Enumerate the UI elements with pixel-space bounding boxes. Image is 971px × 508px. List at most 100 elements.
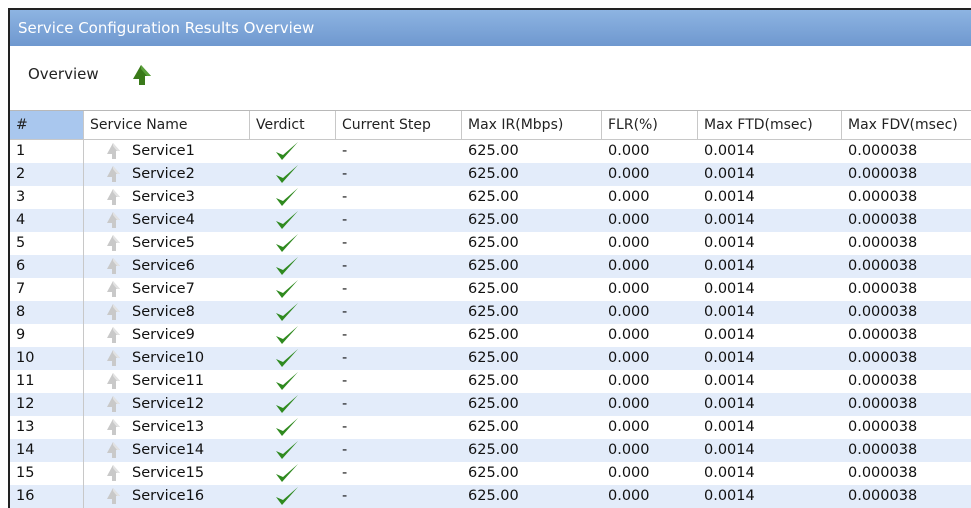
- service-name-cell: Service10: [84, 347, 250, 370]
- max-fdv-value: 0.000038: [848, 258, 918, 274]
- service-name: Service16: [132, 488, 205, 504]
- table-row[interactable]: 8 Service8 - 625.00 0.000 0.0014 0.000038: [10, 301, 971, 324]
- toolbar: Overview: [10, 46, 971, 111]
- row-number: 15: [10, 462, 84, 485]
- current-step: -: [342, 258, 348, 274]
- max-ir-value: 625.00: [468, 258, 519, 274]
- table-row[interactable]: 4 Service4 - 625.00 0.000 0.0014 0.000038: [10, 209, 971, 232]
- service-name: Service6: [132, 258, 195, 274]
- pass-check-icon: [274, 393, 300, 415]
- row-number: 12: [10, 393, 84, 416]
- table-row[interactable]: 14 Service14 - 625.00 0.000 0.0014 0.000038: [10, 439, 971, 462]
- row-number: 16: [10, 485, 84, 508]
- service-name-cell: Service14: [84, 439, 250, 462]
- verdict-cell: [250, 255, 336, 278]
- flr-value: 0.000: [608, 396, 650, 412]
- table-row[interactable]: 3 Service3 - 625.00 0.000 0.0014 0.000038: [10, 186, 971, 209]
- col-header-max-ir[interactable]: Max IR(Mbps): [462, 111, 602, 139]
- service-name-cell: Service16: [84, 485, 250, 508]
- max-ir-value: 625.00: [468, 304, 519, 320]
- table-row[interactable]: 6 Service6 - 625.00 0.000 0.0014 0.000038: [10, 255, 971, 278]
- service-up-arrow-icon: [104, 257, 122, 275]
- max-fdv-value: 0.000038: [848, 281, 918, 297]
- max-ir-value: 625.00: [468, 143, 519, 159]
- max-ftd-value: 0.0014: [704, 350, 755, 366]
- table-row[interactable]: 9 Service9 - 625.00 0.000 0.0014 0.000038: [10, 324, 971, 347]
- table-row[interactable]: 5 Service5 - 625.00 0.000 0.0014 0.000038: [10, 232, 971, 255]
- pass-check-icon: [274, 347, 300, 369]
- service-up-arrow-icon: [104, 464, 122, 482]
- table-row[interactable]: 2 Service2 - 625.00 0.000 0.0014 0.000038: [10, 163, 971, 186]
- table-row[interactable]: 12 Service12 - 625.00 0.000 0.0014 0.000038: [10, 393, 971, 416]
- up-arrow-icon[interactable]: [128, 62, 154, 88]
- table-row[interactable]: 10 Service10 - 625.00 0.000 0.0014 0.000038: [10, 347, 971, 370]
- max-ir-value: 625.00: [468, 235, 519, 251]
- service-up-arrow-icon: [104, 372, 122, 390]
- pass-check-icon: [274, 439, 300, 461]
- max-ir-value: 625.00: [468, 488, 519, 504]
- results-table: # Service Name Verdict Current Step Max …: [10, 111, 971, 508]
- col-header-current-step[interactable]: Current Step: [336, 111, 462, 139]
- current-step: -: [342, 419, 348, 435]
- table-row[interactable]: 15 Service15 - 625.00 0.000 0.0014 0.000038: [10, 462, 971, 485]
- row-number: 8: [10, 301, 84, 324]
- flr-value: 0.000: [608, 281, 650, 297]
- max-ftd-value: 0.0014: [704, 327, 755, 343]
- max-ir-value: 625.00: [468, 396, 519, 412]
- flr-value: 0.000: [608, 189, 650, 205]
- max-fdv-value: 0.000038: [848, 143, 918, 159]
- max-ir-value: 625.00: [468, 327, 519, 343]
- overview-label: Overview: [28, 65, 99, 83]
- pass-check-icon: [274, 232, 300, 254]
- row-number: 7: [10, 278, 84, 301]
- service-name-cell: Service5: [84, 232, 250, 255]
- service-up-arrow-icon: [104, 165, 122, 183]
- service-up-arrow-icon: [104, 188, 122, 206]
- flr-value: 0.000: [608, 143, 650, 159]
- service-up-arrow-icon: [104, 303, 122, 321]
- col-header-service-name[interactable]: Service Name: [84, 111, 250, 139]
- service-name-cell: Service13: [84, 416, 250, 439]
- pass-check-icon: [274, 462, 300, 484]
- service-name: Service12: [132, 396, 205, 412]
- pass-check-icon: [274, 186, 300, 208]
- table-row[interactable]: 16 Service16 - 625.00 0.000 0.0014 0.000038: [10, 485, 971, 508]
- row-number: 10: [10, 347, 84, 370]
- max-ftd-value: 0.0014: [704, 465, 755, 481]
- row-number: 14: [10, 439, 84, 462]
- max-ir-value: 625.00: [468, 189, 519, 205]
- service-name: Service3: [132, 189, 195, 205]
- service-name: Service5: [132, 235, 195, 251]
- pass-check-icon: [274, 278, 300, 300]
- max-fdv-value: 0.000038: [848, 189, 918, 205]
- max-ftd-value: 0.0014: [704, 143, 755, 159]
- table-row[interactable]: 1 Service1 - 625.00 0.000 0.0014 0.000038: [10, 140, 971, 163]
- flr-value: 0.000: [608, 235, 650, 251]
- table-row[interactable]: 7 Service7 - 625.00 0.000 0.0014 0.000038: [10, 278, 971, 301]
- service-up-arrow-icon: [104, 280, 122, 298]
- max-fdv-value: 0.000038: [848, 488, 918, 504]
- max-ftd-value: 0.0014: [704, 442, 755, 458]
- max-ir-value: 625.00: [468, 465, 519, 481]
- max-fdv-value: 0.000038: [848, 166, 918, 182]
- col-header-verdict[interactable]: Verdict: [250, 111, 336, 139]
- max-ftd-value: 0.0014: [704, 281, 755, 297]
- verdict-cell: [250, 140, 336, 163]
- max-fdv-value: 0.000038: [848, 396, 918, 412]
- service-name: Service15: [132, 465, 205, 481]
- current-step: -: [342, 350, 348, 366]
- max-ir-value: 625.00: [468, 373, 519, 389]
- verdict-cell: [250, 485, 336, 508]
- service-name-cell: Service8: [84, 301, 250, 324]
- max-fdv-value: 0.000038: [848, 327, 918, 343]
- col-header-number[interactable]: #: [10, 111, 84, 139]
- table-row[interactable]: 13 Service13 - 625.00 0.000 0.0014 0.000038: [10, 416, 971, 439]
- verdict-cell: [250, 278, 336, 301]
- col-header-max-ftd[interactable]: Max FTD(msec): [698, 111, 842, 139]
- table-row[interactable]: 11 Service11 - 625.00 0.000 0.0014 0.000038: [10, 370, 971, 393]
- service-name-cell: Service3: [84, 186, 250, 209]
- service-name-cell: Service11: [84, 370, 250, 393]
- row-number: 4: [10, 209, 84, 232]
- col-header-max-fdv[interactable]: Max FDV(msec): [842, 111, 971, 139]
- col-header-flr[interactable]: FLR(%): [602, 111, 698, 139]
